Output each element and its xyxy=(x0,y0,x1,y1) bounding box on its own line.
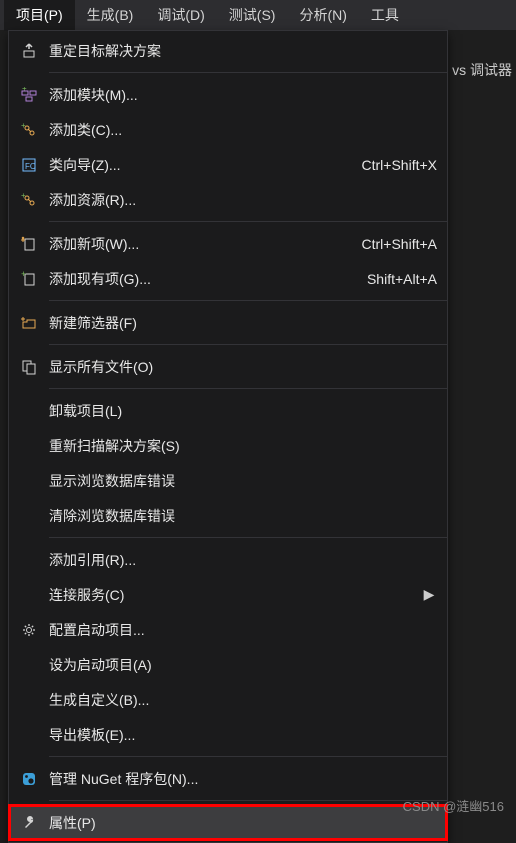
menu-configure-startup[interactable]: 配置启动项目... xyxy=(9,612,447,647)
svg-text:+: + xyxy=(22,87,27,93)
menu-separator xyxy=(49,300,447,301)
menu-analyze[interactable]: 分析(N) xyxy=(287,0,358,31)
menu-item-label: 连接服务(C) xyxy=(49,585,421,605)
menu-set-as-startup[interactable]: 设为启动项目(A) xyxy=(9,647,447,682)
menu-item-label: 卸载项目(L) xyxy=(49,401,437,421)
show-all-icon xyxy=(9,359,49,375)
gear-icon xyxy=(9,622,49,638)
project-dropdown: 重定目标解决方案 + 添加模块(M)... + 添加类(C)... FC 类向导… xyxy=(8,30,448,843)
new-filter-icon xyxy=(9,315,49,331)
menu-item-shortcut: Ctrl+Shift+A xyxy=(342,236,437,252)
menu-separator xyxy=(49,344,447,345)
add-resource-icon: + xyxy=(9,192,49,208)
menu-item-shortcut: Ctrl+Shift+X xyxy=(342,157,437,173)
menu-item-label: 管理 NuGet 程序包(N)... xyxy=(49,769,437,789)
menu-new-filter[interactable]: 新建筛选器(F) xyxy=(9,305,447,340)
menu-separator xyxy=(49,388,447,389)
watermark: CSDN @涟幽516 xyxy=(403,796,504,815)
menu-item-label: 添加引用(R)... xyxy=(49,550,437,570)
menu-separator xyxy=(49,221,447,222)
new-item-icon xyxy=(9,236,49,252)
menu-build[interactable]: 生成(B) xyxy=(75,0,146,31)
menu-add-reference[interactable]: 添加引用(R)... xyxy=(9,542,447,577)
svg-text:+: + xyxy=(21,271,26,279)
svg-text:+: + xyxy=(21,192,26,200)
class-wizard-icon: FC xyxy=(9,157,49,173)
menu-item-label: 显示浏览数据库错误 xyxy=(49,471,437,491)
menu-show-browse-db-errors[interactable]: 显示浏览数据库错误 xyxy=(9,463,447,498)
menu-separator xyxy=(49,537,447,538)
menu-manage-nuget[interactable]: 管理 NuGet 程序包(N)... xyxy=(9,761,447,796)
add-class-icon: + xyxy=(9,122,49,138)
menu-retarget-solution[interactable]: 重定目标解决方案 xyxy=(9,33,447,68)
menu-test[interactable]: 测试(S) xyxy=(217,0,288,31)
menu-item-label: 重定目标解决方案 xyxy=(49,41,437,61)
background-text: vs 调试器 xyxy=(452,60,512,80)
menu-item-label: 清除浏览数据库错误 xyxy=(49,506,437,526)
menu-properties[interactable]: 属性(P) xyxy=(9,805,447,840)
add-module-icon: + xyxy=(9,87,49,103)
menu-rescan-solution[interactable]: 重新扫描解决方案(S) xyxy=(9,428,447,463)
menu-debug[interactable]: 调试(D) xyxy=(145,0,216,31)
menu-item-label: 新建筛选器(F) xyxy=(49,313,437,333)
menu-item-label: 重新扫描解决方案(S) xyxy=(49,436,437,456)
retarget-icon xyxy=(9,43,49,59)
menu-separator xyxy=(49,72,447,73)
existing-item-icon: + xyxy=(9,271,49,287)
menu-item-label: 显示所有文件(O) xyxy=(49,357,437,377)
svg-text:FC: FC xyxy=(25,162,36,171)
menu-item-label: 属性(P) xyxy=(49,813,437,833)
menu-tools[interactable]: 工具 xyxy=(359,0,411,31)
menu-export-template[interactable]: 导出模板(E)... xyxy=(9,717,447,752)
menu-item-shortcut: Shift+Alt+A xyxy=(347,271,437,287)
menu-item-label: 设为启动项目(A) xyxy=(49,655,437,675)
menu-add-resource[interactable]: + 添加资源(R)... xyxy=(9,182,447,217)
menu-item-label: 配置启动项目... xyxy=(49,620,437,640)
menu-item-label: 添加新项(W)... xyxy=(49,234,342,254)
menu-item-label: 添加模块(M)... xyxy=(49,85,437,105)
menu-add-module[interactable]: + 添加模块(M)... xyxy=(9,77,447,112)
menubar: 项目(P) 生成(B) 调试(D) 测试(S) 分析(N) 工具 xyxy=(0,0,516,30)
menu-connected-services[interactable]: 连接服务(C) ▶ xyxy=(9,577,447,612)
menu-unload-project[interactable]: 卸载项目(L) xyxy=(9,393,447,428)
menu-item-label: 导出模板(E)... xyxy=(49,725,437,745)
menu-project[interactable]: 项目(P) xyxy=(4,0,75,31)
menu-add-new-item[interactable]: 添加新项(W)... Ctrl+Shift+A xyxy=(9,226,447,261)
menu-class-wizard[interactable]: FC 类向导(Z)... Ctrl+Shift+X xyxy=(9,147,447,182)
menu-item-label: 添加类(C)... xyxy=(49,120,437,140)
menu-item-label: 添加资源(R)... xyxy=(49,190,437,210)
menu-item-label: 添加现有项(G)... xyxy=(49,269,347,289)
menu-item-label: 类向导(Z)... xyxy=(49,155,342,175)
menu-build-customizations[interactable]: 生成自定义(B)... xyxy=(9,682,447,717)
menu-add-existing-item[interactable]: + 添加现有项(G)... Shift+Alt+A xyxy=(9,261,447,296)
svg-text:+: + xyxy=(21,122,26,130)
menu-add-class[interactable]: + 添加类(C)... xyxy=(9,112,447,147)
menu-clear-browse-db-errors[interactable]: 清除浏览数据库错误 xyxy=(9,498,447,533)
menu-separator xyxy=(49,756,447,757)
menu-show-all-files[interactable]: 显示所有文件(O) xyxy=(9,349,447,384)
menu-item-label: 生成自定义(B)... xyxy=(49,690,437,710)
wrench-icon xyxy=(9,815,49,831)
nuget-icon xyxy=(9,771,49,787)
menu-separator xyxy=(49,800,447,801)
chevron-right-icon: ▶ xyxy=(421,586,437,603)
